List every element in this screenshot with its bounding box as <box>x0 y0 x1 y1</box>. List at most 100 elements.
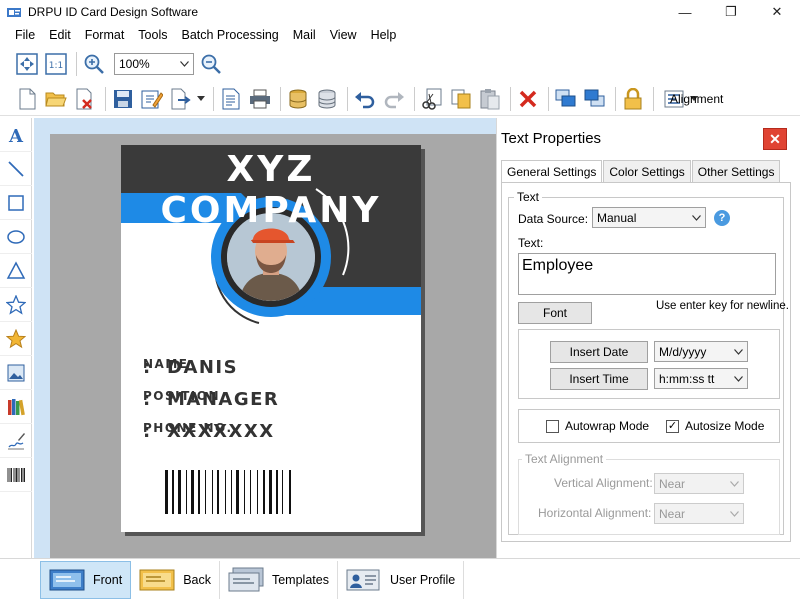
barcode-bar <box>165 470 168 514</box>
tab-user-profile[interactable]: User Profile <box>338 560 465 599</box>
line-tool-button[interactable] <box>0 152 32 186</box>
autosize-label: Autosize Mode <box>685 419 765 433</box>
vertical-alignment-label: Vertical Alignment: <box>554 476 653 490</box>
export-dropdown-icon[interactable] <box>197 95 205 102</box>
library-tool-button[interactable] <box>0 390 32 424</box>
menu-edit[interactable]: Edit <box>42 28 78 42</box>
chevron-down-icon <box>692 214 701 221</box>
company-name-text[interactable]: XYZ COMPANY <box>121 145 421 231</box>
maximize-button[interactable]: ❐ <box>708 0 754 24</box>
tab-templates[interactable]: Templates <box>220 560 338 599</box>
triangle-tool-button[interactable] <box>0 254 32 288</box>
print-preview-button[interactable] <box>218 86 244 112</box>
chevron-down-icon <box>730 510 739 517</box>
text-group-label: Text <box>514 190 543 204</box>
date-format-select[interactable]: M/d/yyyy <box>654 341 748 362</box>
fit-window-icon <box>16 53 38 75</box>
panel-close-button[interactable]: ✕ <box>763 128 787 150</box>
cut-icon <box>422 88 442 110</box>
star-tool-button[interactable] <box>0 288 32 322</box>
export-button[interactable] <box>168 86 194 112</box>
view-toolbar: 1:1 100% <box>0 48 800 80</box>
zoom-in-button[interactable] <box>81 51 107 77</box>
text-input[interactable]: Employee <box>518 253 776 295</box>
menu-file[interactable]: File <box>8 28 42 42</box>
symbol-tool-button[interactable] <box>0 322 32 356</box>
general-settings-body: Text Data Source: Manual ? Text: Employe… <box>501 182 791 542</box>
alignment-dropdown[interactable]: Alignment <box>664 90 723 108</box>
zoom-select[interactable]: 100% <box>114 53 194 75</box>
tab-front[interactable]: Front <box>40 560 132 599</box>
lock-button[interactable] <box>620 86 646 112</box>
tab-back[interactable]: Back <box>131 560 220 599</box>
save-button[interactable] <box>110 86 136 112</box>
fit-to-window-button[interactable] <box>14 51 40 77</box>
text-tool-button[interactable]: A <box>0 118 32 152</box>
chevron-down-icon <box>734 348 743 355</box>
send-to-back-icon <box>584 89 605 106</box>
image-tool-button[interactable] <box>0 356 32 390</box>
tab-general-settings[interactable]: General Settings <box>501 160 603 183</box>
insert-date-button[interactable]: Insert Date <box>550 341 648 363</box>
menu-batch-processing[interactable]: Batch Processing <box>174 28 285 42</box>
horizontal-alignment-select[interactable]: Near <box>654 503 744 524</box>
open-button[interactable] <box>43 86 69 112</box>
barcode-bar <box>205 470 206 514</box>
autowrap-checkbox[interactable]: Autowrap Mode <box>546 419 649 433</box>
delete-button[interactable] <box>515 86 541 112</box>
close-button[interactable]: ✕ <box>754 0 800 24</box>
library-icon <box>8 398 25 415</box>
minimize-button[interactable]: — <box>662 0 708 24</box>
phone-field[interactable]: PHONE NO. : XXXXXXX <box>143 421 275 442</box>
menu-tools[interactable]: Tools <box>131 28 174 42</box>
close-document-button[interactable] <box>72 86 98 112</box>
copy-button[interactable] <box>448 86 474 112</box>
menu-help[interactable]: Help <box>364 28 404 42</box>
new-button[interactable] <box>14 86 40 112</box>
help-icon[interactable]: ? <box>714 210 730 226</box>
barcode-bar <box>172 470 174 514</box>
insert-time-button[interactable]: Insert Time <box>550 368 648 390</box>
print-button[interactable] <box>247 86 273 112</box>
send-back-button[interactable] <box>582 86 608 112</box>
bring-to-front-icon <box>555 89 576 106</box>
data-source-select[interactable]: Manual <box>592 207 706 228</box>
bring-front-button[interactable] <box>553 86 579 112</box>
font-button[interactable]: Font <box>518 302 592 324</box>
position-field[interactable]: POSITION : MANAGER <box>143 389 279 410</box>
data-button[interactable] <box>314 86 340 112</box>
name-field[interactable]: NAME : DANIS <box>143 357 238 378</box>
panel-title: Text Properties <box>501 130 602 147</box>
tab-other-settings[interactable]: Other Settings <box>691 160 781 182</box>
signature-tool-button[interactable] <box>0 424 32 458</box>
menu-format[interactable]: Format <box>78 28 132 42</box>
edit-button[interactable] <box>139 86 165 112</box>
cut-button[interactable] <box>419 86 445 112</box>
barcode-tool-button[interactable] <box>0 458 32 492</box>
ellipse-tool-button[interactable] <box>0 220 32 254</box>
menu-view[interactable]: View <box>323 28 364 42</box>
time-format-select[interactable]: h:mm:ss tt <box>654 368 748 389</box>
zoom-in-icon <box>84 54 104 74</box>
autosize-checkbox[interactable]: ✓ Autosize Mode <box>666 419 764 433</box>
vertical-alignment-select[interactable]: Near <box>654 473 744 494</box>
id-card[interactable]: XYZ COMPANY NAME : DANIS POSITION : MANA… <box>121 145 421 532</box>
vertical-alignment-value: Near <box>659 476 686 491</box>
rectangle-tool-button[interactable] <box>0 186 32 220</box>
barcode-image[interactable] <box>165 470 375 514</box>
main-toolbar: Alignment <box>0 82 800 116</box>
actual-size-button[interactable]: 1:1 <box>43 51 69 77</box>
database-button[interactable] <box>285 86 311 112</box>
redo-button[interactable] <box>381 86 407 112</box>
export-icon <box>171 88 191 109</box>
data-source-value: Manual <box>597 210 637 225</box>
zoom-out-button[interactable] <box>198 51 224 77</box>
star-tool-icon <box>6 294 26 315</box>
menu-mail[interactable]: Mail <box>286 28 323 42</box>
undo-button[interactable] <box>352 86 378 112</box>
paste-button[interactable] <box>477 86 503 112</box>
autowrap-label: Autowrap Mode <box>565 419 650 433</box>
tab-color-settings[interactable]: Color Settings <box>603 160 691 182</box>
date-format-value: M/d/yyyy <box>659 344 707 359</box>
barcode-bar <box>236 470 239 514</box>
